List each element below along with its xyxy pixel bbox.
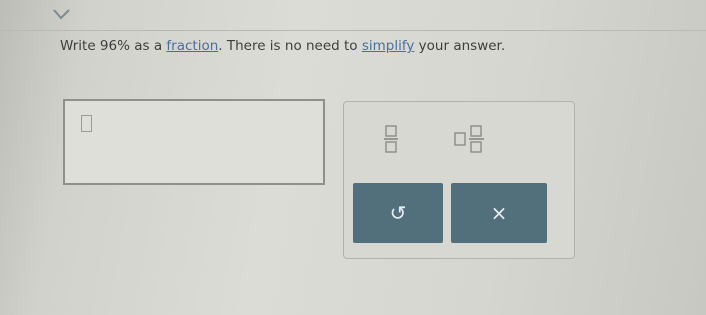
mixed-number-template-icon xyxy=(454,125,484,153)
undo-icon: ↺ xyxy=(389,201,407,225)
answer-input[interactable] xyxy=(63,99,325,185)
question-prompt: Write 96% as a fraction. There is no nee… xyxy=(60,38,700,54)
question-text-end: your answer. xyxy=(414,38,506,54)
simplify-link[interactable]: simplify xyxy=(362,38,415,54)
input-placeholder-box xyxy=(81,115,92,132)
clear-button[interactable]: × xyxy=(451,183,547,243)
fraction-template-icon xyxy=(384,125,398,153)
close-icon: × xyxy=(490,201,508,225)
question-text-middle: . There is no need to xyxy=(218,38,362,54)
header-divider xyxy=(0,30,706,31)
undo-button[interactable]: ↺ xyxy=(353,183,443,243)
mixed-number-button[interactable] xyxy=(446,116,494,162)
fraction-link[interactable]: fraction xyxy=(166,38,218,54)
chevron-down-icon[interactable] xyxy=(44,2,84,26)
question-text-start: Write 96% as a xyxy=(60,38,167,54)
fraction-button[interactable] xyxy=(374,116,408,162)
math-palette: ↺ × xyxy=(343,101,575,259)
